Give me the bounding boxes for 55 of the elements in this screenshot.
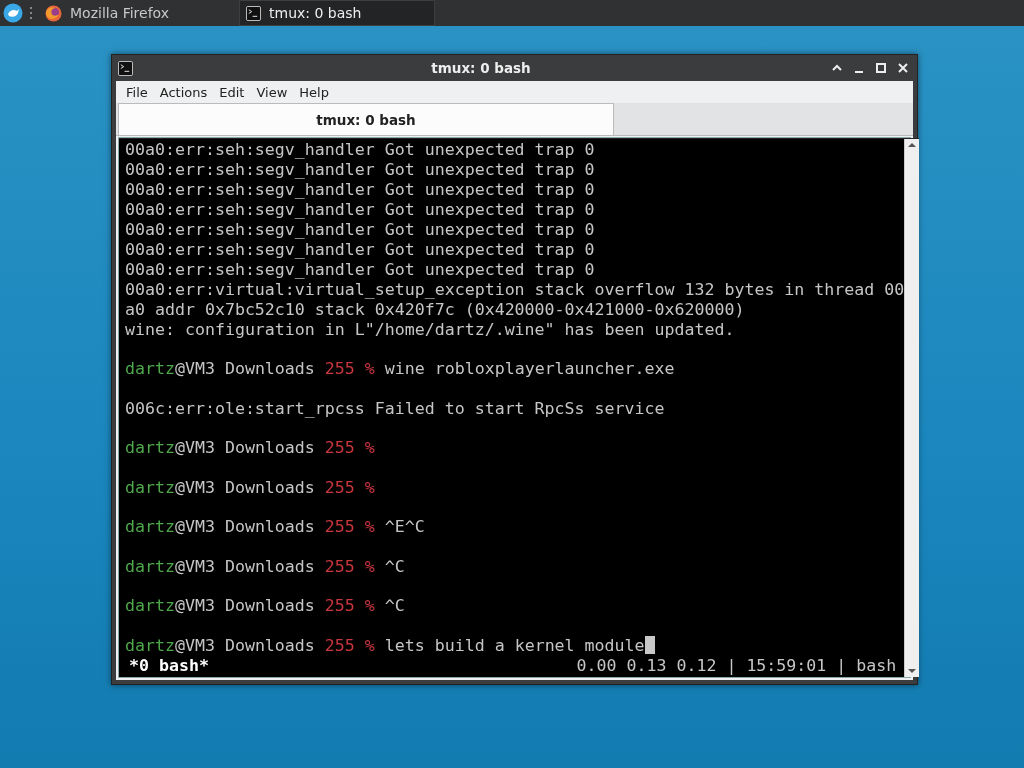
output-line: a0 addr 0x7bc52c10 stack 0x420f7c (0x420000-0x421000-0x620000) xyxy=(125,300,746,320)
grip-handle-icon[interactable] xyxy=(28,6,34,20)
prompt-location: @VM3 Downloads xyxy=(174,359,315,379)
output-line: 00a0:err:seh:segv_handler Got unexpected trap 0 xyxy=(125,140,596,160)
menu-item[interactable]: File xyxy=(122,84,156,100)
output-line: 00a0:err:seh:segv_handler Got unexpected trap 0 xyxy=(125,260,596,280)
app-icon xyxy=(118,60,133,76)
exit-status: 255 % xyxy=(324,477,375,497)
output-line: 00a0:err:seh:segv_handler Got unexpected trap 0 xyxy=(125,240,596,260)
command-text: ^C xyxy=(384,596,405,616)
prompt-user: dartz xyxy=(125,359,175,379)
command-text: ^C xyxy=(384,556,405,576)
exit-status: 255 % xyxy=(324,517,375,537)
taskbar-button[interactable]: Mozilla Firefox xyxy=(39,0,235,26)
prompt-location: @VM3 Downloads xyxy=(174,477,315,497)
command-text: ^E^C xyxy=(384,517,425,537)
tmux-status-info: 0.00 0.13 0.12 | 15:59:01 | bash xyxy=(576,656,897,677)
scrollbar[interactable] xyxy=(904,139,920,677)
terminal-icon xyxy=(246,5,261,21)
tab[interactable]: tmux: 0 bash xyxy=(118,103,614,135)
prompt-user: dartz xyxy=(125,438,175,458)
tmux-window-name: *0 bash* xyxy=(128,656,209,677)
output-line: 00a0:err:seh:segv_handler Got unexpected trap 0 xyxy=(125,220,596,240)
fox-globe-icon xyxy=(45,4,62,22)
output-line: wine: configuration in L"/home/dartz/.wine" has been updated. xyxy=(125,320,736,340)
output-line: 00a0:err:virtual:virtual_setup_exception stack overflow 132 bytes in thread 00 xyxy=(125,280,905,300)
command-text: wine robloxplayerlauncher.exe xyxy=(384,359,675,379)
maximize-icon[interactable] xyxy=(873,60,889,76)
prompt-user: dartz xyxy=(125,477,175,497)
output-line: 00a0:err:seh:segv_handler Got unexpected trap 0 xyxy=(125,200,596,220)
prompt-user: dartz xyxy=(125,517,175,537)
window-title: tmux: 0 bash xyxy=(430,60,532,76)
menu-item[interactable]: Edit xyxy=(215,84,253,100)
exit-status: 255 % xyxy=(324,359,375,379)
output-line: 00a0:err:seh:segv_handler Got unexpected trap 0 xyxy=(125,180,596,200)
prompt-location: @VM3 Downloads xyxy=(174,438,315,458)
output-line: 00a0:err:seh:segv_handler Got unexpected trap 0 xyxy=(125,160,596,180)
menu-item[interactable]: Actions xyxy=(155,84,216,100)
command-text: lets build a kernel module xyxy=(384,635,645,655)
exit-status: 255 % xyxy=(324,635,375,655)
start-menu-icon[interactable] xyxy=(3,3,23,23)
prompt-user: dartz xyxy=(125,596,175,616)
menu-item[interactable]: View xyxy=(252,84,296,100)
menu-item[interactable]: Help xyxy=(295,84,337,100)
prompt-user: dartz xyxy=(125,635,175,655)
prompt-location: @VM3 Downloads xyxy=(174,596,315,616)
exit-status: 255 % xyxy=(324,438,375,458)
prompt-location: @VM3 Downloads xyxy=(174,556,315,576)
prompt-user: dartz xyxy=(125,556,175,576)
exit-status: 255 % xyxy=(324,556,375,576)
exit-status: 255 % xyxy=(324,596,375,616)
prompt-location: @VM3 Downloads xyxy=(174,635,315,655)
prompt-location: @VM3 Downloads xyxy=(174,517,315,537)
taskbar-button[interactable]: tmux: 0 bash xyxy=(239,0,435,26)
output-line: 006c:err:ole:start_rpcss Failed to start RpcSs service xyxy=(125,398,666,419)
